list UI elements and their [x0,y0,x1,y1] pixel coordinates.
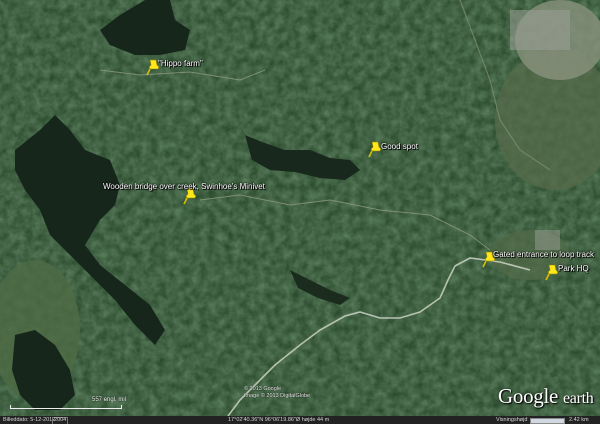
streaming-label: Visningshøjd [496,417,528,423]
logo-earth: earth [562,390,594,407]
imagery-copyright: © 2013 Google Image © 2013 DigitalGlobe [244,386,310,400]
copyright-google: © 2013 Google [244,386,282,392]
buildings-northeast [510,10,570,50]
placemark-label-good-spot[interactable]: Good spot [381,142,418,152]
imagery-year: 2004 [54,417,67,423]
satellite-terrain [0,0,600,424]
google-earth-logo: Google earth [498,384,594,409]
placemark-label-park-hq[interactable]: Park HQ [558,264,589,274]
satellite-map-view[interactable]: "Hippo farm" Good spot Wooden bridge ove… [0,0,600,424]
buildings-park-hq [535,230,560,250]
cursor-coordinates: 17°02'40.36"N 96°06'19.86"Ø højde 44 m [228,417,330,423]
placemark-label-hippo-farm[interactable]: "Hippo farm" [158,59,203,69]
streaming-progress-bar [530,418,565,424]
placemark-label-gated-entrance[interactable]: Gated entrance to loop track [493,250,594,260]
streaming-progress-fill [531,419,564,423]
scale-bar [10,405,122,409]
imagery-date: Billeddato: 5-12-2012 [3,417,56,423]
placemark-label-wooden-bridge[interactable]: Wooden bridge over creek, Swinhoe's Mini… [103,182,265,192]
logo-google: Google [498,384,559,408]
scale-label: 557 engl. mil [92,397,127,403]
status-bar: Billeddato: 5-12-2012 2004 17°02'40.36"N… [0,416,600,424]
eye-altitude: 2.42 km [569,417,589,423]
copyright-imagery: Image © 2013 DigitalGlobe [244,393,311,399]
